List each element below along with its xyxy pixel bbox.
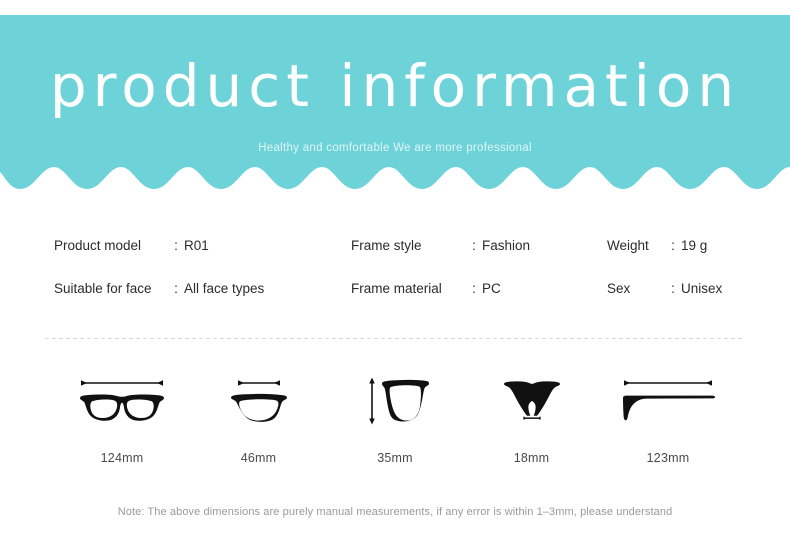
- spec-value: PC: [482, 281, 501, 296]
- spec-colon: :: [174, 281, 178, 296]
- spec-colon: :: [472, 281, 476, 296]
- measurement-note: Note: The above dimensions are purely ma…: [117, 506, 673, 518]
- dimension-diagram-group: 124mm 46mm 35mm 18mm 123mm: [60, 368, 730, 465]
- product-spec-table: Product model: R01 Frame style: Fashion We…: [0, 238, 790, 324]
- dim-figure: [60, 368, 184, 430]
- spec-label: Product model: [54, 238, 142, 253]
- section-divider: [45, 338, 745, 339]
- spec-suitable-for-face: Suitable for face: All face types: [54, 281, 264, 296]
- spec-value: Fashion: [482, 238, 531, 253]
- spec-row: Suitable for face: All face types Frame m…: [0, 281, 790, 324]
- dimension-item-frame-width: 124mm: [60, 368, 184, 465]
- lens-width-icon: [230, 380, 287, 422]
- page-title: product information: [49, 52, 741, 120]
- dim-figure: [470, 368, 594, 430]
- temple-length-icon: [623, 380, 715, 421]
- dimension-item-lens-height: 35mm: [333, 368, 457, 465]
- page-subtitle: Healthy and comfortable We are more prof…: [258, 142, 532, 154]
- dimension-label: 123mm: [646, 451, 690, 465]
- dimension-item-lens-width: 46mm: [197, 368, 321, 465]
- dim-figure: [333, 368, 457, 430]
- spec-value: R01: [184, 238, 209, 253]
- lens-height-icon: [369, 377, 429, 425]
- dimension-label: 35mm: [377, 451, 413, 465]
- glasses-front-width-icon: [80, 380, 164, 421]
- spec-colon: :: [671, 238, 675, 253]
- spec-sex: Sex: Unisex: [607, 281, 722, 296]
- spec-value: 19 g: [681, 238, 708, 253]
- spec-label: Sex: [607, 281, 631, 296]
- dimension-item-bridge-width: 18mm: [470, 368, 594, 465]
- dimension-item-temple-length: 123mm: [606, 368, 730, 465]
- spec-frame-material: Frame material: PC: [351, 281, 501, 296]
- dim-figure: [606, 368, 730, 430]
- header-banner: product information Healthy and comforta…: [0, 15, 790, 200]
- spec-frame-style: Frame style: Fashion: [351, 238, 530, 253]
- bridge-width-icon: [503, 381, 560, 420]
- spec-colon: :: [671, 281, 675, 296]
- spec-label: Suitable for face: [54, 281, 152, 296]
- dimension-label: 124mm: [100, 451, 144, 465]
- spec-value: All face types: [184, 281, 265, 296]
- dimension-label: 18mm: [513, 451, 550, 465]
- spec-value: Unisex: [681, 281, 723, 296]
- spec-label: Frame material: [351, 281, 442, 296]
- spec-colon: :: [174, 238, 178, 253]
- spec-label: Weight: [607, 238, 649, 253]
- spec-weight: Weight:19 g: [607, 238, 707, 253]
- dim-figure: [197, 368, 321, 430]
- dimension-label: 46mm: [240, 451, 277, 465]
- spec-colon: :: [472, 238, 476, 253]
- spec-label: Frame style: [351, 238, 422, 253]
- spec-product-model: Product model: R01: [54, 238, 209, 253]
- spec-row: Product model: R01 Frame style: Fashion We…: [0, 238, 790, 281]
